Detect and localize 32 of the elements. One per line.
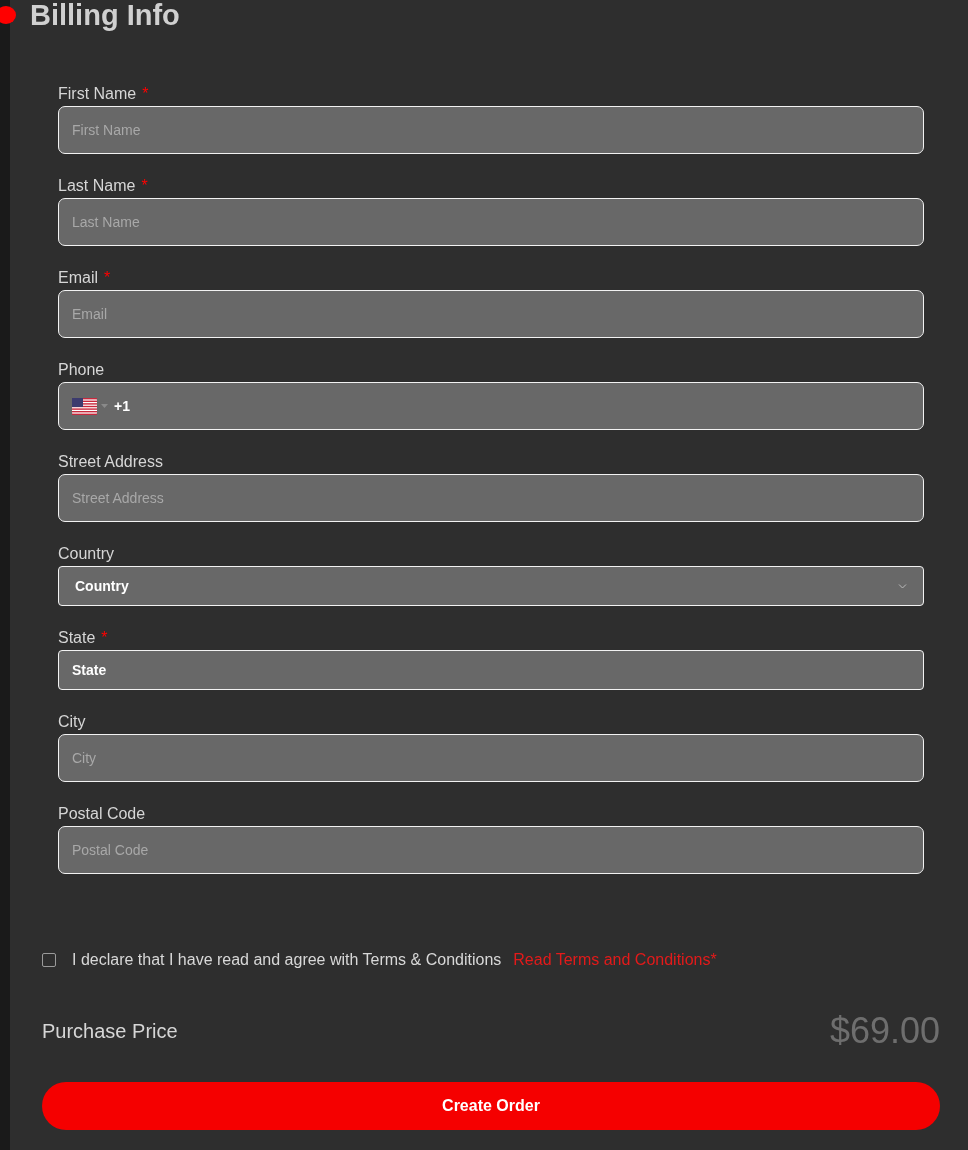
input-field[interactable]: First Name: [58, 106, 924, 154]
price-label: Purchase Price: [42, 1019, 178, 1043]
field-label: Last Name: [58, 177, 136, 195]
terms-link[interactable]: Read Terms and Conditions*: [513, 951, 717, 969]
select-field[interactable]: State: [58, 650, 924, 690]
flag-icon[interactable]: [72, 397, 97, 415]
section-heading: Billing Info: [30, 0, 180, 32]
create-order-button[interactable]: Create Order: [42, 1082, 940, 1130]
chevron-down-icon: [898, 583, 907, 589]
input-field[interactable]: Email: [58, 290, 924, 338]
field-label: Street Address: [58, 453, 163, 471]
field-label: First Name: [58, 85, 137, 103]
required-mark: *: [142, 85, 149, 103]
input-field[interactable]: Postal Code: [58, 826, 924, 874]
field-label: City: [58, 713, 86, 731]
field-label: Phone: [58, 361, 105, 379]
required-mark: *: [101, 629, 108, 647]
required-mark: *: [104, 269, 111, 287]
field-label: Country: [58, 545, 115, 563]
input-field[interactable]: Street Address: [58, 474, 924, 522]
checkbox[interactable]: [42, 953, 56, 967]
accent-dot: [0, 6, 16, 24]
required-mark: *: [141, 177, 148, 195]
field-label: Email: [58, 269, 98, 287]
price-amount: $69.00: [829, 1010, 940, 1052]
input-field[interactable]: Last Name: [58, 198, 924, 246]
select-field[interactable]: Country: [58, 566, 924, 606]
input-field[interactable]: City: [58, 734, 924, 782]
terms-text: I declare that I have read and agree with Terms & Conditions: [72, 951, 502, 969]
field-label: State: [58, 629, 96, 647]
field-label: Postal Code: [58, 805, 146, 823]
phone-field[interactable]: +1: [58, 382, 924, 430]
